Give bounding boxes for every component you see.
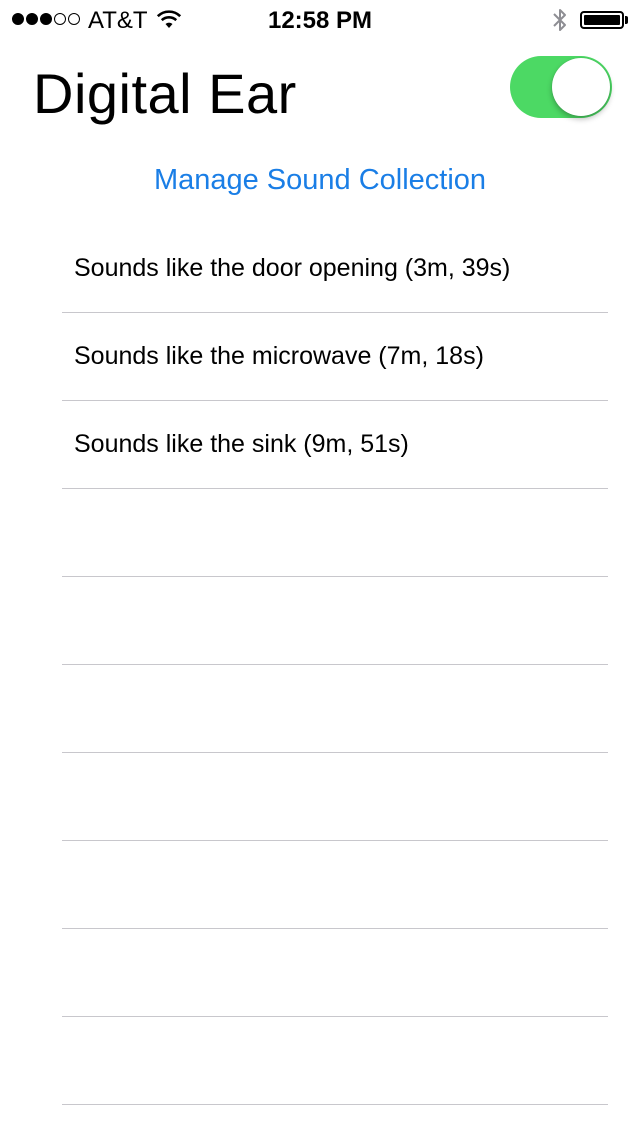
status-time: 12:58 PM	[267, 7, 373, 34]
sound-list-item[interactable]	[62, 1017, 608, 1105]
sound-list-item[interactable]	[62, 577, 608, 665]
sound-list-item[interactable]	[62, 753, 608, 841]
battery-fill	[584, 15, 620, 25]
toggle-knob[interactable]	[552, 58, 610, 116]
sound-list-item[interactable]	[62, 489, 608, 577]
bluetooth-icon	[553, 9, 566, 31]
battery-icon	[580, 11, 624, 29]
sound-list-item[interactable]: Sounds like the door opening (3m, 39s)	[62, 225, 608, 313]
sound-list-item[interactable]	[62, 665, 608, 753]
sound-list-item[interactable]	[62, 929, 608, 1017]
battery-tip	[625, 16, 628, 24]
status-bar: AT&T 12:58 PM	[0, 0, 640, 40]
sound-list: Sounds like the door opening (3m, 39s) S…	[62, 225, 608, 1105]
app-title: Digital Ear	[33, 62, 297, 125]
listening-toggle[interactable]	[510, 56, 612, 118]
sound-list-item[interactable]	[62, 841, 608, 929]
sound-list-item[interactable]: Sounds like the microwave (7m, 18s)	[62, 313, 608, 401]
manage-sound-collection-link[interactable]: Manage Sound Collection	[0, 162, 640, 198]
sound-list-item[interactable]: Sounds like the sink (9m, 51s)	[62, 401, 608, 489]
